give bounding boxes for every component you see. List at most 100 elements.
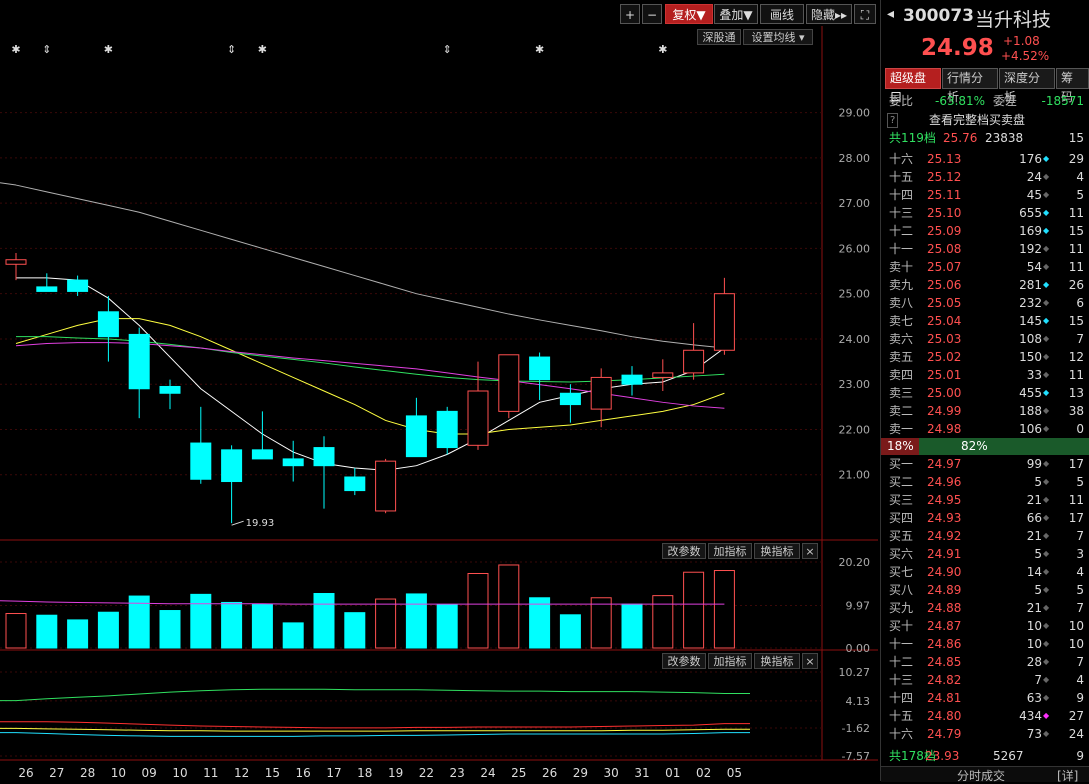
sell-level-row[interactable]: 卖三 25.00 455 13 ◆ [881,384,1089,402]
buy-level-count: 11 [1068,493,1084,507]
candle-body [251,449,273,460]
date-tick-label: 19 [388,766,403,780]
volume-ma-line [0,600,725,605]
level-marker-icon: ◆ [1043,603,1050,612]
sell-level-row[interactable]: 十四 25.11 45 5 ◆ [881,186,1089,204]
overlay-button[interactable]: 叠加▼ [714,4,758,24]
sub1-edit-params-button[interactable]: 改参数 [662,543,706,559]
tab-chips[interactable]: 筹码 [1056,68,1089,104]
collapse-arrow-icon[interactable]: ◂ [887,6,894,22]
level-marker-icon: ◆ [1043,388,1050,397]
sub2-switch-indicator-button[interactable]: 换指标 [754,653,800,669]
help-icon[interactable]: ? [887,113,899,128]
buy-level-count: 27 [1068,709,1084,723]
sell-level-row[interactable]: 卖五 25.02 150 12 ◆ [881,348,1089,366]
sell-level-count: 13 [1068,386,1084,400]
buy-level-row[interactable]: 买八 24.89 5 5 ◆ [881,581,1089,599]
zoom-in-button[interactable]: + [620,4,640,24]
tab-depth-analysis[interactable]: 深度分析 [999,68,1055,104]
sell-level-row[interactable]: 十一 25.08 192 11 ◆ [881,240,1089,258]
hide-button[interactable]: 隐藏▸▸ [806,4,852,24]
draw-line-button[interactable]: 画线 [760,4,804,24]
buy-level-volume: 14 [1026,565,1042,579]
sub1-add-indicator-button[interactable]: 加指标 [708,543,752,559]
sell-level-row[interactable]: 卖二 24.99 188 38 ◆ [881,402,1089,420]
sub1-switch-indicator-button[interactable]: 换指标 [754,543,800,559]
buy-level-row[interactable]: 买四 24.93 66 17 ◆ [881,509,1089,527]
event-marker-icon: ✱ [658,43,667,56]
ma-settings-button[interactable]: 设置均线 ▾ [743,29,813,45]
buy-level-label: 买二 [889,475,914,489]
sub2-close-icon[interactable]: × [802,653,818,669]
buy-level-row[interactable]: 买五 24.92 21 7 ◆ [881,527,1089,545]
sell-level-row[interactable]: 十六 25.13 176 29 ◆ [881,150,1089,168]
buy-level-volume: 99 [1026,457,1042,471]
sell-level-row[interactable]: 卖一 24.98 106 0 ◆ [881,420,1089,438]
sell-level-row[interactable]: 卖七 25.04 145 15 ◆ [881,312,1089,330]
ma-line [16,277,725,471]
tab-time-sales[interactable]: 分时成交 [957,767,1005,784]
sell-level-row[interactable]: 卖九 25.06 281 26 ◆ [881,276,1089,294]
sell-level-price: 25.05 [927,296,962,310]
buy-level-row[interactable]: 十四 24.81 63 9 ◆ [881,689,1089,707]
level-marker-icon: ◆ [1043,585,1050,594]
sell-level-row[interactable]: 十三 25.10 655 11 ◆ [881,204,1089,222]
buy-level-row[interactable]: 十五 24.80 434 27 ◆ [881,707,1089,725]
sell-level-row[interactable]: 卖四 25.01 33 11 ◆ [881,366,1089,384]
buy-level-row[interactable]: 买七 24.90 14 4 ◆ [881,563,1089,581]
tab-detail[interactable]: [详] [1057,767,1078,784]
buy-level-row[interactable]: 十三 24.82 7 4 ◆ [881,671,1089,689]
date-tick-label: 26 [18,766,33,780]
level-marker-icon: ◆ [1043,172,1050,181]
volume-bar [36,614,58,649]
buy-level-row[interactable]: 买一 24.97 99 17 ◆ [881,455,1089,473]
buy-level-count: 4 [1076,673,1084,687]
buy-level-row[interactable]: 十六 24.79 73 24 ◆ [881,725,1089,743]
date-tick-label: 01 [665,766,680,780]
level-marker-icon: ◆ [1043,424,1050,433]
full-book-link[interactable]: 查看完整档买卖盘 [929,111,1025,129]
zoom-out-button[interactable]: − [642,4,662,24]
sell-level-row[interactable]: 十二 25.09 169 15 ◆ [881,222,1089,240]
expand-icon[interactable]: ⛶ [854,4,876,24]
level-marker-icon: ◆ [1043,639,1050,648]
sub2-edit-params-button[interactable]: 改参数 [662,653,706,669]
level-marker-icon: ◆ [1043,190,1050,199]
event-marker-icon: ⇕ [42,43,51,56]
buy-level-row[interactable]: 买二 24.96 5 5 ◆ [881,473,1089,491]
volume-bar [251,603,273,649]
ma-line [15,318,725,435]
sell-level-volume: 150 [1019,350,1042,364]
buy-level-row[interactable]: 买六 24.91 5 3 ◆ [881,545,1089,563]
indicator-tick-label: -1.62 [842,722,870,735]
buy-level-row[interactable]: 买九 24.88 21 7 ◆ [881,599,1089,617]
event-marker-icon: ✱ [258,43,267,56]
tab-market-analysis[interactable]: 行情分析 [942,68,998,104]
buy-level-row[interactable]: 十二 24.85 28 7 ◆ [881,653,1089,671]
sub1-close-icon[interactable]: × [802,543,818,559]
buy-level-volume: 28 [1026,655,1042,669]
buy-level-row[interactable]: 买十 24.87 10 10 ◆ [881,617,1089,635]
fuquan-button[interactable]: 复权▼ [665,4,713,24]
date-tick-label: 10 [111,766,126,780]
sell-level-row[interactable]: 卖十 25.07 54 11 ◆ [881,258,1089,276]
sub2-add-indicator-button[interactable]: 加指标 [708,653,752,669]
sell-level-row[interactable]: 卖六 25.03 108 7 ◆ [881,330,1089,348]
buy-level-label: 买七 [889,565,914,579]
buy-level-row[interactable]: 买三 24.95 21 11 ◆ [881,491,1089,509]
candle-body [375,460,397,512]
buy-level-price: 24.85 [927,655,962,669]
buy-level-count: 4 [1076,565,1084,579]
buy-level-price: 24.92 [927,529,962,543]
volume-bar [5,613,27,649]
sell-level-row[interactable]: 十五 25.12 24 4 ◆ [881,168,1089,186]
sell-level-volume: 176 [1019,152,1042,166]
buy-level-row[interactable]: 十一 24.86 10 10 ◆ [881,635,1089,653]
shenguotong-button[interactable]: 深股通 [697,29,741,45]
tab-super-book[interactable]: 超级盘口 [885,68,941,104]
sell-level-row[interactable]: 卖八 25.05 232 6 ◆ [881,294,1089,312]
buy-level-volume: 21 [1026,529,1042,543]
full-book-row[interactable]: ? 查看完整档买卖盘 [881,111,1089,129]
sell-level-label: 卖四 [889,368,914,382]
level-marker-icon: ◆ [1043,621,1050,630]
